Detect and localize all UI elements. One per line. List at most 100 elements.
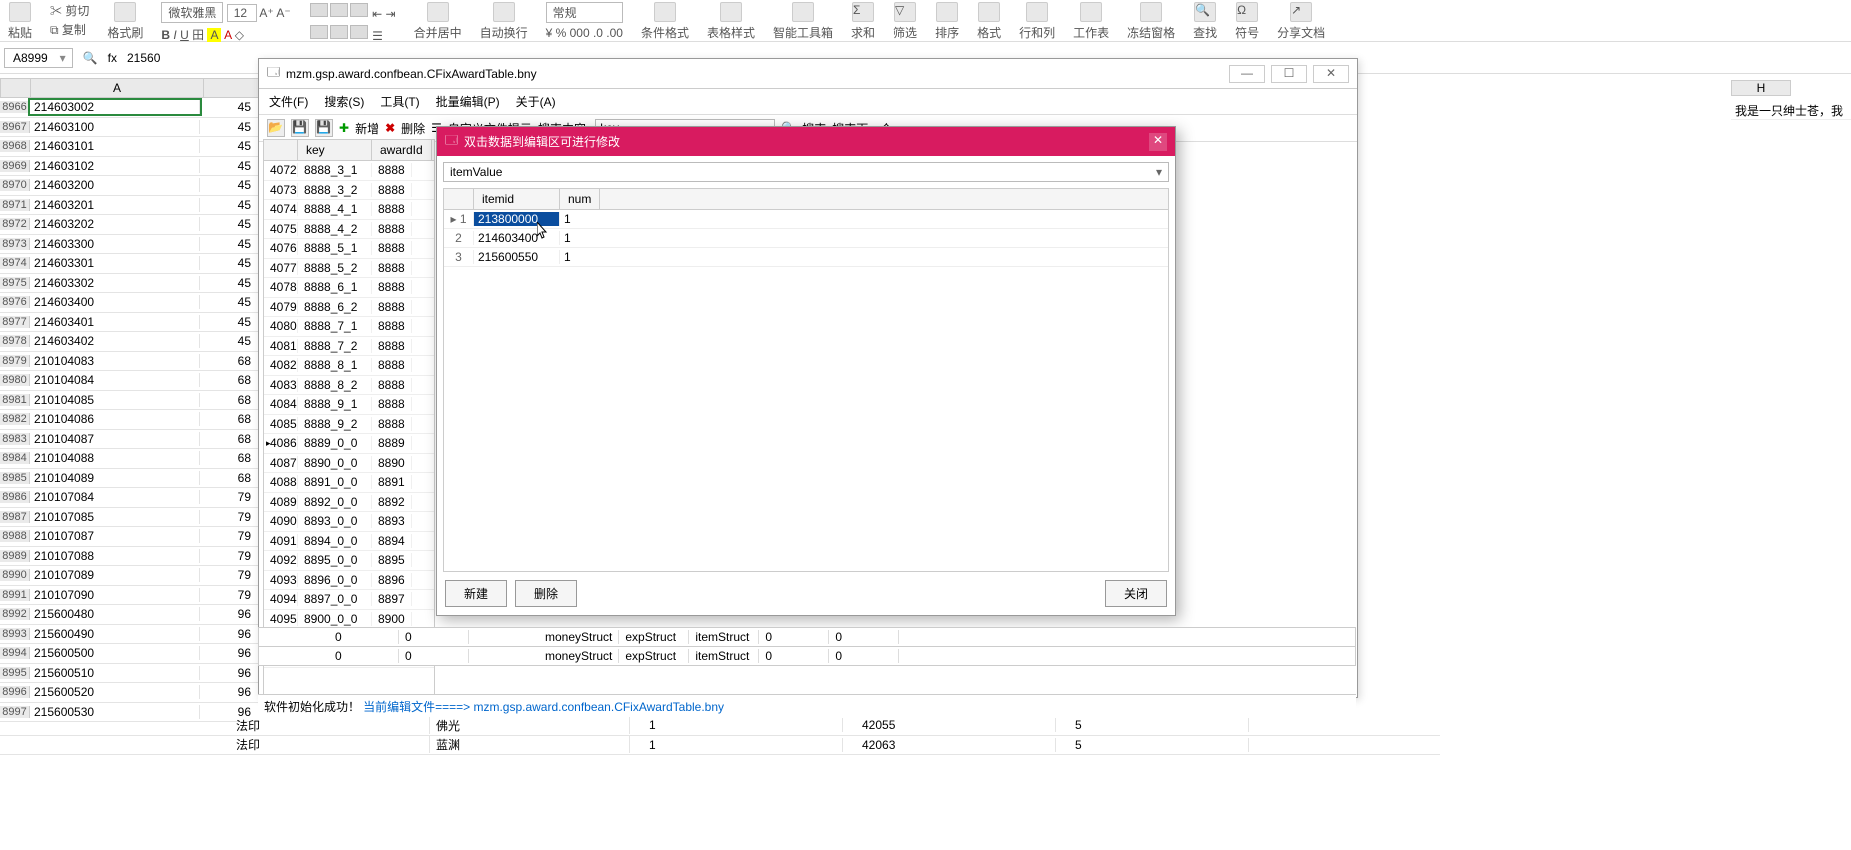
grid-row[interactable]: 40748888_4_18888 — [264, 200, 434, 220]
grid-row[interactable]: 40908893_0_08893 — [264, 512, 434, 532]
sheet-row[interactable]: 898121010408568 — [0, 391, 260, 411]
item-row[interactable]: 22146034001 — [444, 229, 1168, 248]
delete-button[interactable]: 删除 — [401, 120, 425, 137]
current-file-link[interactable]: 当前编辑文件====> mzm.gsp.award.confbean.CFixA… — [363, 700, 724, 714]
dialog-close-button[interactable]: 关闭 — [1105, 580, 1167, 607]
item-grid[interactable]: itemidnum ▸ 1213800000122146034001321560… — [443, 188, 1169, 572]
sheet-row[interactable]: 897421460330145 — [0, 254, 260, 274]
sheet-row[interactable]: 897021460320045 — [0, 176, 260, 196]
sheet-row[interactable]: 896821460310145 — [0, 137, 260, 157]
filter-button[interactable]: ▽筛选 — [893, 2, 917, 41]
grid-row[interactable]: 40768888_5_18888 — [264, 239, 434, 259]
smart-tools[interactable]: 智能工具箱 — [773, 2, 833, 41]
font-size-select[interactable]: 12 — [227, 4, 257, 22]
format-painter[interactable]: 格式刷 — [107, 2, 143, 41]
sheet-row[interactable]: 897121460320145 — [0, 196, 260, 216]
sheet-row[interactable]: 897921010408368 — [0, 352, 260, 372]
sheet-row[interactable]: 899321560049096 — [0, 625, 260, 645]
sheet-row[interactable]: 897221460320245 — [0, 215, 260, 235]
grid-row[interactable]: 40788888_6_18888 — [264, 278, 434, 298]
item-row[interactable]: 32156005501 — [444, 248, 1168, 267]
close-window-button[interactable]: ✕ — [1313, 65, 1349, 83]
footer-sheet[interactable]: 法印佛光1420555法印蓝渊1420635 — [0, 716, 1440, 755]
sheet-row[interactable]: 897521460330245 — [0, 274, 260, 294]
merge-button[interactable]: 合并居中 — [414, 2, 462, 41]
spreadsheet[interactable]: A 89662146030024589672146031004589682146… — [0, 78, 260, 798]
sheet-row[interactable]: 896721460310045 — [0, 118, 260, 138]
grid-row[interactable]: 40778888_5_28888 — [264, 259, 434, 279]
itemvalue-combo[interactable]: itemValue — [443, 162, 1169, 182]
grid-row[interactable]: 40948897_0_08897 — [264, 590, 434, 610]
sheet-row[interactable]: 898621010708479 — [0, 488, 260, 508]
sheet-row[interactable]: 898921010708879 — [0, 547, 260, 567]
grid-row[interactable]: 40798888_6_28888 — [264, 298, 434, 318]
find-button[interactable]: 🔍查找 — [1193, 2, 1217, 41]
menu-file[interactable]: 文件(F) — [269, 93, 308, 110]
sheet-row[interactable]: 897721460340145 — [0, 313, 260, 333]
sheet-row[interactable]: 899121010709079 — [0, 586, 260, 606]
new-button[interactable]: 新增 — [355, 120, 379, 137]
sort-button[interactable]: 排序 — [935, 2, 959, 41]
sheet-row[interactable]: 897621460340045 — [0, 293, 260, 313]
sheet-row[interactable]: 898521010408968 — [0, 469, 260, 489]
freeze-button[interactable]: 冻结窗格 — [1127, 2, 1175, 41]
table-style[interactable]: 表格样式 — [707, 2, 755, 41]
grid-row[interactable]: 40918894_0_08894 — [264, 532, 434, 552]
sheet-row[interactable]: 899421560050096 — [0, 644, 260, 664]
sheet-row[interactable]: 896621460300245 — [0, 98, 260, 118]
foot-row[interactable]: 法印蓝渊1420635 — [0, 736, 1440, 756]
sheet-row[interactable]: 898821010708779 — [0, 527, 260, 547]
dialog-delete-button[interactable]: 删除 — [515, 580, 577, 607]
cond-format[interactable]: 条件格式 — [641, 2, 689, 41]
key-grid[interactable]: keyawardId 40728888_3_1888840738888_3_28… — [263, 139, 435, 699]
cut-button[interactable]: ✂ 剪切 — [50, 2, 89, 19]
dialog-new-button[interactable]: 新建 — [445, 580, 507, 607]
sheet-row[interactable]: 898721010708579 — [0, 508, 260, 528]
sheet-row[interactable]: 898321010408768 — [0, 430, 260, 450]
save-all-icon[interactable]: 💾 — [315, 119, 333, 137]
maximize-button[interactable]: ☐ — [1271, 65, 1307, 83]
grid-row[interactable]: 40868889_0_08889 — [264, 434, 434, 454]
copy-button[interactable]: ⧉ 复制 — [50, 21, 89, 38]
symbol-button[interactable]: Ω符号 — [1235, 2, 1259, 41]
sheet-row[interactable]: 897321460330045 — [0, 235, 260, 255]
sheet-button[interactable]: 工作表 — [1073, 2, 1109, 41]
side-cell[interactable]: 我是一只绅士苍，我 — [1733, 101, 1849, 120]
font-name-select[interactable]: 微软雅黑 — [161, 2, 223, 23]
wrap-button[interactable]: 自动换行 — [480, 2, 528, 41]
grid-row[interactable]: 40898892_0_08892 — [264, 493, 434, 513]
grid-row[interactable]: 40738888_3_28888 — [264, 181, 434, 201]
dialog-close-icon[interactable]: ✕ — [1149, 133, 1167, 151]
col-header-a[interactable]: A — [31, 79, 204, 97]
rowcol-button[interactable]: 行和列 — [1019, 2, 1055, 41]
sheet-row[interactable]: 896921460310245 — [0, 157, 260, 177]
grid-row[interactable]: 40808888_7_18888 — [264, 317, 434, 337]
share-button[interactable]: ↗分享文档 — [1277, 2, 1325, 41]
sheet-row[interactable]: 898021010408468 — [0, 371, 260, 391]
format-select[interactable]: 常规 — [546, 2, 623, 23]
item-row[interactable]: ▸ 12138000001 — [444, 210, 1168, 229]
grid-row[interactable]: 40888891_0_08891 — [264, 473, 434, 493]
sheet-row[interactable]: 897821460340245 — [0, 332, 260, 352]
foot-row[interactable]: 法印佛光1420555 — [0, 716, 1440, 736]
sheet-row[interactable]: 899521560051096 — [0, 664, 260, 684]
struct-row[interactable]: 00moneyStructexpStructitemStruct00 — [258, 646, 1356, 666]
struct-grid[interactable]: 00moneyStructexpStructitemStruct0000mone… — [258, 628, 1356, 666]
cell-name-box[interactable]: A8999 — [4, 48, 73, 68]
grid-row[interactable]: 40818888_7_28888 — [264, 337, 434, 357]
formula-input[interactable]: 21560 — [127, 51, 160, 65]
menu-tool[interactable]: 工具(T) — [380, 93, 419, 110]
sheet-row[interactable]: 898421010408868 — [0, 449, 260, 469]
grid-row[interactable]: 40848888_9_18888 — [264, 395, 434, 415]
menu-search[interactable]: 搜索(S) — [324, 93, 364, 110]
struct-row[interactable]: 00moneyStructexpStructitemStruct00 — [258, 627, 1356, 647]
menu-about[interactable]: 关于(A) — [516, 93, 556, 110]
col-header-h[interactable]: H — [1731, 80, 1791, 96]
grid-row[interactable]: 40928895_0_08895 — [264, 551, 434, 571]
format-button[interactable]: 格式 — [977, 2, 1001, 41]
sheet-row[interactable]: 899221560048096 — [0, 605, 260, 625]
sum-button[interactable]: Σ求和 — [851, 2, 875, 41]
save-icon[interactable]: 💾 — [291, 119, 309, 137]
zoom-icon[interactable]: 🔍 — [83, 51, 98, 65]
grid-row[interactable]: 40858888_9_28888 — [264, 415, 434, 435]
